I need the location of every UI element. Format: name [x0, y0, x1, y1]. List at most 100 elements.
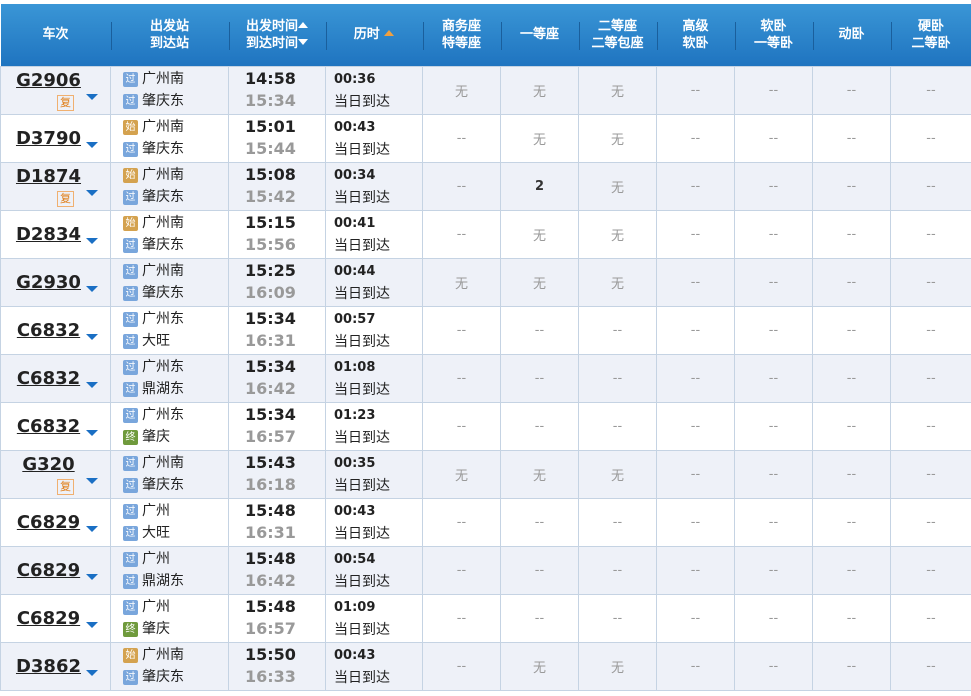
train-number-link[interactable]: D1874: [0, 166, 110, 187]
seat-availability: --: [891, 354, 971, 402]
seat-availability: --: [501, 402, 579, 450]
seat-availability: --: [891, 450, 971, 498]
stations-cell: 过广州南过肇庆东: [111, 66, 229, 114]
header-seat: 软卧一等卧: [735, 4, 813, 66]
train-cell: G2906 复: [1, 66, 111, 114]
times-cell: 15:0115:44: [229, 114, 326, 162]
from-station: 广州南: [142, 71, 184, 87]
depart-time: 15:08: [245, 164, 325, 186]
seat-availability: --: [735, 546, 813, 594]
from-station: 广州南: [142, 119, 184, 135]
duration: 00:54: [334, 552, 375, 567]
station-type-badge: 过: [123, 238, 138, 253]
train-cell: C6832: [1, 402, 111, 450]
times-cell: 15:4816:31: [229, 498, 326, 546]
seat-availability: --: [735, 498, 813, 546]
stations-cell: 过广州过大旺: [111, 498, 229, 546]
station-type-badge: 过: [123, 360, 138, 375]
seat-availability: 无: [579, 114, 657, 162]
to-station: 大旺: [142, 525, 170, 541]
expand-arrow-icon[interactable]: [86, 622, 98, 628]
seat-availability: --: [891, 498, 971, 546]
seat-availability: --: [735, 354, 813, 402]
expand-arrow-icon[interactable]: [86, 382, 98, 388]
train-table: 车次 出发站到达站 出发时间到达时间 历时 商务座特等座一等座二等座二等包座高级…: [0, 4, 971, 691]
header-seat: 硬卧二等卧: [891, 4, 971, 66]
sort-down-icon[interactable]: [298, 39, 308, 45]
seat-availability: --: [579, 546, 657, 594]
train-number-link[interactable]: G2906: [0, 70, 110, 91]
seat-availability: --: [735, 258, 813, 306]
expand-arrow-icon[interactable]: [86, 670, 98, 676]
header-duration[interactable]: 历时: [326, 4, 423, 66]
expand-arrow-icon[interactable]: [86, 526, 98, 532]
expand-arrow-icon[interactable]: [86, 190, 98, 196]
sort-up-icon[interactable]: [298, 22, 308, 28]
header-seat: 二等座二等包座: [579, 4, 657, 66]
train-cell: D3862: [1, 642, 111, 690]
arrive-time: 16:18: [245, 474, 325, 496]
seat-availability: 无: [423, 450, 501, 498]
depart-time: 15:34: [245, 404, 325, 426]
fu-badge: 复: [57, 95, 74, 111]
depart-time: 15:34: [245, 308, 325, 330]
station-type-badge: 终: [123, 622, 138, 637]
from-station: 广州东: [142, 359, 184, 375]
sort-up-icon[interactable]: [384, 30, 394, 36]
station-type-badge: 过: [123, 286, 138, 301]
stations-cell: 始广州南过肇庆东: [111, 210, 229, 258]
arrival-day: 当日到达: [334, 475, 422, 497]
from-station: 广州南: [142, 263, 184, 279]
header-train: 车次: [1, 4, 111, 66]
arrival-day: 当日到达: [334, 91, 422, 113]
duration: 00:43: [334, 504, 375, 519]
station-type-badge: 过: [123, 552, 138, 567]
seat-availability: --: [657, 594, 735, 642]
table-row: C6832过广州东终肇庆15:3416:5701:23当日到达---------…: [1, 402, 971, 450]
station-type-badge: 过: [123, 574, 138, 589]
to-station: 鼎湖东: [142, 381, 184, 397]
train-cell: D3790: [1, 114, 111, 162]
arrive-time: 16:31: [245, 522, 325, 544]
seat-availability: --: [735, 306, 813, 354]
duration: 00:44: [334, 264, 375, 279]
duration-cell: 00:35当日到达: [326, 450, 423, 498]
seat-availability: --: [813, 66, 891, 114]
seat-availability: --: [579, 594, 657, 642]
expand-arrow-icon[interactable]: [86, 286, 98, 292]
to-station: 大旺: [142, 333, 170, 349]
train-cell: D1874 复: [1, 162, 111, 210]
duration-cell: 00:36当日到达: [326, 66, 423, 114]
expand-arrow-icon[interactable]: [86, 478, 98, 484]
header-times[interactable]: 出发时间到达时间: [229, 4, 326, 66]
fu-badge: 复: [57, 191, 74, 207]
train-number-link[interactable]: G320: [0, 454, 110, 475]
from-station: 广州: [142, 503, 170, 519]
arrive-time: 16:42: [245, 378, 325, 400]
fu-badge: 复: [57, 479, 74, 495]
station-type-badge: 始: [123, 648, 138, 663]
expand-arrow-icon[interactable]: [86, 574, 98, 580]
to-station: 肇庆东: [142, 285, 184, 301]
duration: 00:57: [334, 312, 375, 327]
train-cell: G2930: [1, 258, 111, 306]
stations-cell: 过广州过鼎湖东: [111, 546, 229, 594]
expand-arrow-icon[interactable]: [86, 142, 98, 148]
from-station: 广州: [142, 551, 170, 567]
times-cell: 15:1515:56: [229, 210, 326, 258]
seat-availability: --: [891, 402, 971, 450]
seat-availability: --: [813, 546, 891, 594]
table-row: C6829过广州终肇庆15:4816:5701:09当日到达----------…: [1, 594, 971, 642]
station-type-badge: 过: [123, 142, 138, 157]
seat-availability: 无: [579, 258, 657, 306]
station-type-badge: 过: [123, 456, 138, 471]
header-seat: 商务座特等座: [423, 4, 501, 66]
expand-arrow-icon[interactable]: [86, 238, 98, 244]
duration: 00:43: [334, 648, 375, 663]
expand-arrow-icon[interactable]: [86, 334, 98, 340]
seat-availability: --: [891, 66, 971, 114]
seat-availability: --: [657, 210, 735, 258]
expand-arrow-icon[interactable]: [86, 430, 98, 436]
station-type-badge: 过: [123, 190, 138, 205]
expand-arrow-icon[interactable]: [86, 94, 98, 100]
